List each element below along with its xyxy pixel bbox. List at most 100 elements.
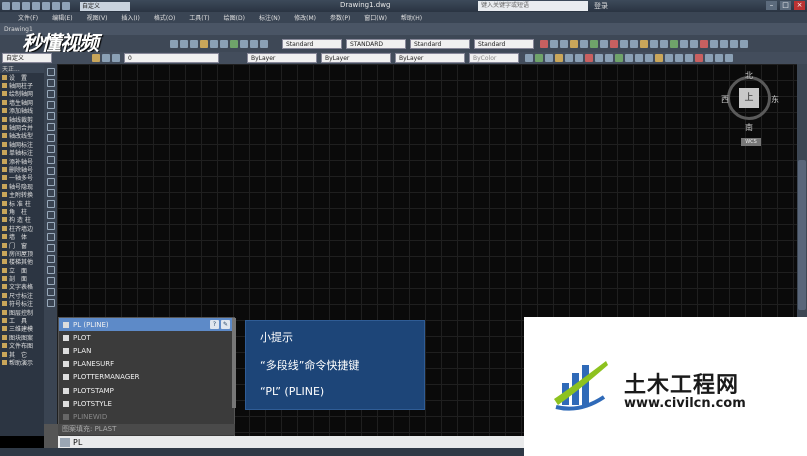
help-button[interactable]: ? xyxy=(210,320,219,330)
new-icon[interactable] xyxy=(12,2,20,10)
print-icon[interactable] xyxy=(42,2,50,10)
plotstyle-dropdown[interactable]: ByColor xyxy=(469,53,519,63)
array-icon[interactable] xyxy=(720,39,728,48)
line-icon[interactable] xyxy=(540,39,548,48)
linetype-dropdown[interactable]: ByLayer xyxy=(321,53,391,63)
xref-icon[interactable] xyxy=(595,54,603,62)
polyline-icon[interactable] xyxy=(550,39,558,48)
hatch-tool-icon[interactable] xyxy=(46,222,55,230)
revcloud-tool-icon[interactable] xyxy=(46,145,55,153)
help-search-input[interactable]: 键入关键字或短语 xyxy=(478,1,588,11)
command-input[interactable] xyxy=(73,437,373,447)
side-menu-item[interactable]: 帮助演示 xyxy=(0,358,44,367)
ucs-icon[interactable] xyxy=(615,54,623,62)
trim-icon[interactable] xyxy=(650,39,658,48)
text-icon[interactable] xyxy=(600,39,608,48)
undo-icon[interactable] xyxy=(52,2,60,10)
bulb-icon[interactable] xyxy=(112,54,120,62)
make-block-tool-icon[interactable] xyxy=(46,200,55,208)
pan-icon[interactable] xyxy=(170,39,178,48)
hatch-icon[interactable] xyxy=(590,39,598,48)
autocomplete-item[interactable]: PLANESURF xyxy=(59,358,234,371)
subtract-icon[interactable] xyxy=(715,54,723,62)
erase-icon[interactable] xyxy=(700,39,708,48)
layer-manager-icon[interactable] xyxy=(92,54,100,62)
menu-draw[interactable]: 绘图(D) xyxy=(224,13,245,22)
help-icon[interactable] xyxy=(260,39,268,48)
table-tool-icon[interactable] xyxy=(46,255,55,263)
color-dropdown[interactable]: ByLayer xyxy=(247,53,317,63)
settings-button[interactable]: ✎ xyxy=(221,320,230,330)
move-tool-icon[interactable] xyxy=(46,277,55,285)
ellipse-arc-tool-icon[interactable] xyxy=(46,178,55,186)
mesh-icon[interactable] xyxy=(685,54,693,62)
layer-state-icon[interactable] xyxy=(102,54,110,62)
id-point-icon[interactable] xyxy=(555,54,563,62)
menu-tools[interactable]: 工具(T) xyxy=(189,13,209,22)
lineweight-dropdown[interactable]: ByLayer xyxy=(395,53,465,63)
polygon-tool-icon[interactable] xyxy=(46,101,55,109)
extend-icon[interactable] xyxy=(660,39,668,48)
layer-dropdown[interactable]: 0 xyxy=(124,53,219,63)
autocomplete-item[interactable]: PLOT xyxy=(59,331,234,344)
menu-view[interactable]: 视图(V) xyxy=(87,13,108,22)
command-prompt-icon[interactable] xyxy=(60,437,70,447)
menu-format[interactable]: 格式(O) xyxy=(154,13,175,22)
break-icon[interactable] xyxy=(740,39,748,48)
minimize-button[interactable]: – xyxy=(766,1,777,10)
gradient-tool-icon[interactable] xyxy=(46,233,55,241)
insert-block-icon[interactable] xyxy=(585,54,593,62)
redo-icon[interactable] xyxy=(62,2,70,10)
menu-window[interactable]: 窗口(W) xyxy=(364,13,387,22)
autocomplete-item[interactable]: PLOTTERMANAGER xyxy=(59,371,234,384)
region-tool-icon[interactable] xyxy=(46,244,55,252)
intersect-icon[interactable] xyxy=(725,54,733,62)
rectangle-icon[interactable] xyxy=(580,39,588,48)
compass-north[interactable]: 北 xyxy=(745,70,753,81)
explode-icon[interactable] xyxy=(710,39,718,48)
open-icon[interactable] xyxy=(22,2,30,10)
login-button[interactable]: 登录 xyxy=(594,1,608,11)
text-style-dropdown[interactable]: Standard xyxy=(282,38,342,49)
orbit-icon[interactable] xyxy=(625,54,633,62)
block-icon[interactable] xyxy=(575,54,583,62)
wcs-menu[interactable]: WCS xyxy=(741,138,761,146)
xline-tool-icon[interactable] xyxy=(46,79,55,87)
arc-icon[interactable] xyxy=(570,39,578,48)
copy-icon[interactable] xyxy=(620,39,628,48)
union-icon[interactable] xyxy=(705,54,713,62)
insert-tool-icon[interactable] xyxy=(46,189,55,197)
menu-file[interactable]: 文件(F) xyxy=(18,13,38,22)
stretch-icon[interactable] xyxy=(730,39,738,48)
menu-modify[interactable]: 修改(M) xyxy=(294,13,316,22)
autocomplete-item[interactable]: PLOTSTAMP xyxy=(59,384,234,397)
workspace-select[interactable]: 自定义 xyxy=(2,53,52,63)
tool-palette-icon[interactable] xyxy=(220,39,228,48)
menu-dimension[interactable]: 标注(N) xyxy=(259,13,280,22)
material-icon[interactable] xyxy=(655,54,663,62)
image-icon[interactable] xyxy=(605,54,613,62)
light-icon[interactable] xyxy=(645,54,653,62)
zoom-icon[interactable] xyxy=(180,39,188,48)
rotate-icon[interactable] xyxy=(630,39,638,48)
scale-icon[interactable] xyxy=(640,39,648,48)
offset-icon[interactable] xyxy=(670,39,678,48)
autocomplete-item[interactable]: PLOTSTYLE xyxy=(59,397,234,410)
scrollbar-thumb[interactable] xyxy=(798,160,806,310)
mirror-icon[interactable] xyxy=(680,39,688,48)
area-icon[interactable] xyxy=(535,54,543,62)
menu-insert[interactable]: 插入(I) xyxy=(121,13,139,22)
circle-icon[interactable] xyxy=(560,39,568,48)
multileader-style-dropdown[interactable]: Standard xyxy=(474,38,534,49)
maximize-button[interactable]: □ xyxy=(780,1,791,10)
properties-icon[interactable] xyxy=(200,39,208,48)
autocomplete-scrollbar[interactable] xyxy=(232,318,236,408)
markup-icon[interactable] xyxy=(240,39,248,48)
compass-west[interactable]: 西 xyxy=(721,94,729,105)
close-button[interactable]: × xyxy=(794,1,805,10)
menu-parametric[interactable]: 参数(P) xyxy=(330,13,350,22)
rectangle-tool-icon[interactable] xyxy=(46,112,55,120)
dist-icon[interactable] xyxy=(525,54,533,62)
calculator-icon[interactable] xyxy=(250,39,258,48)
render-icon[interactable] xyxy=(635,54,643,62)
